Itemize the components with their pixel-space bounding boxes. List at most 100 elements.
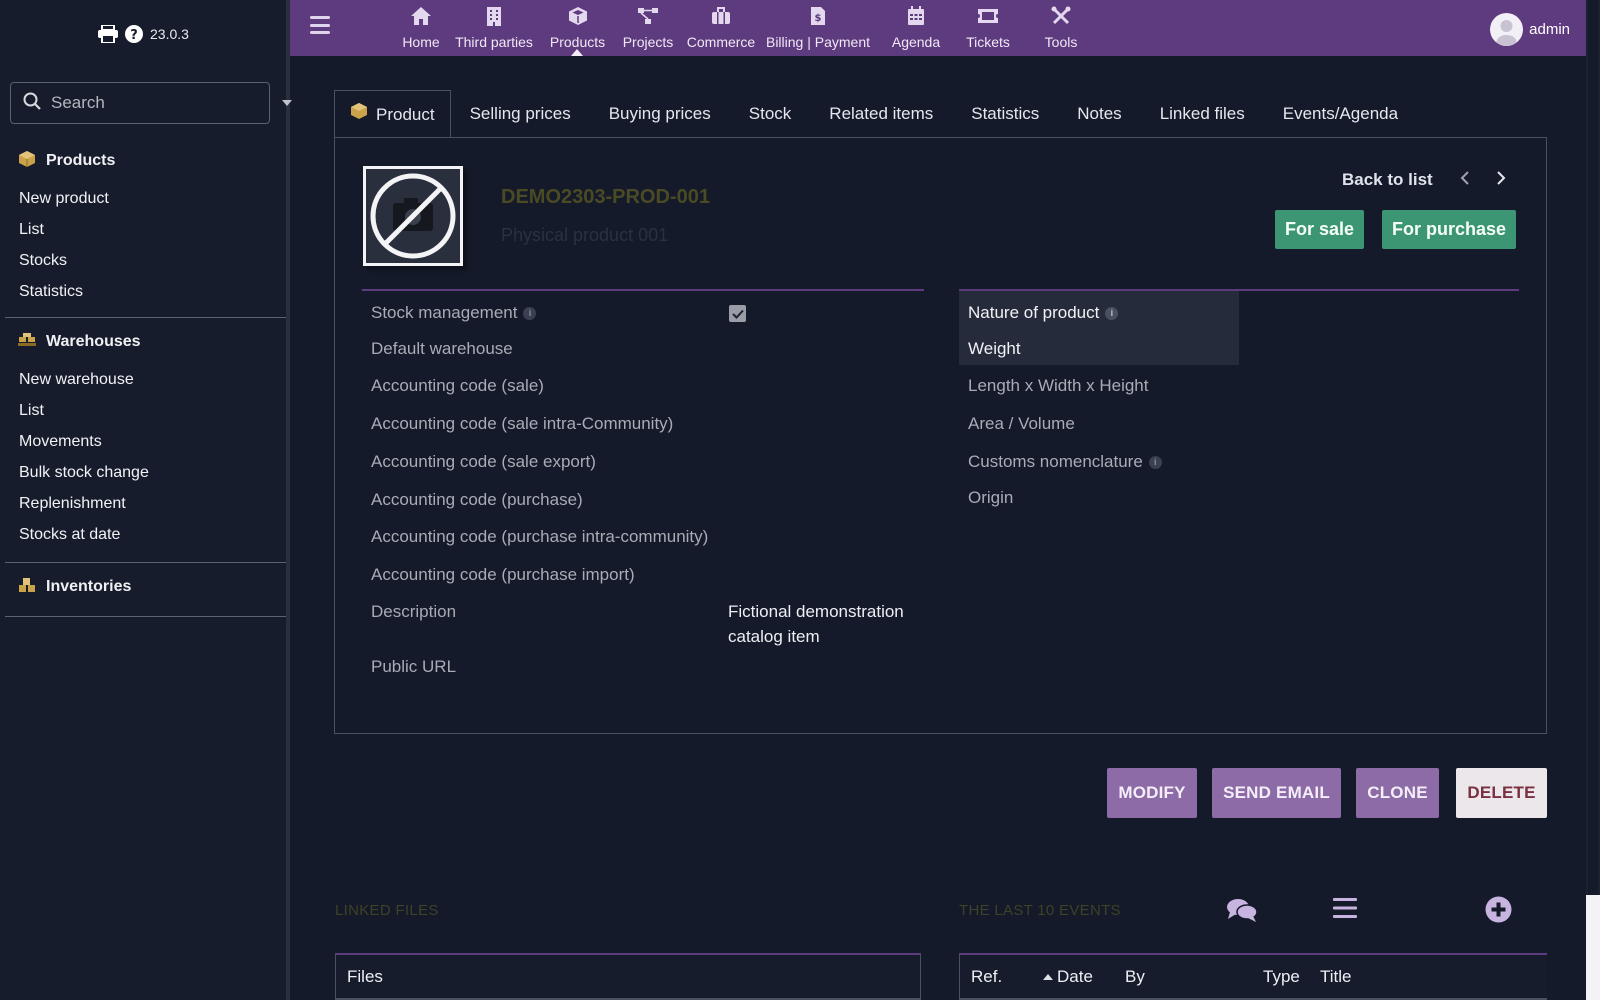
printer-icon[interactable] — [98, 25, 118, 43]
nav-home[interactable]: Home — [389, 4, 453, 50]
menu-title-label: Products — [46, 152, 116, 169]
menu-item-stocks[interactable]: Stocks — [0, 245, 286, 276]
tab-related-items[interactable]: Related items — [810, 90, 952, 138]
next-record-icon[interactable] — [1491, 168, 1511, 188]
tab-events-agenda[interactable]: Events/Agenda — [1264, 90, 1417, 138]
linked-files-title: LINKED FILES — [335, 902, 439, 919]
stock-management-checkbox[interactable] — [729, 305, 746, 322]
scrollbar-track — [1586, 895, 1600, 1000]
column-header-files: Files — [347, 967, 383, 986]
delete-button[interactable]: DELETE — [1456, 768, 1547, 818]
menu-item-replenishment[interactable]: Replenishment — [0, 488, 286, 519]
nav-commerce[interactable]: Commerce — [683, 4, 759, 50]
menu-divider — [5, 317, 286, 318]
sort-ascending-icon — [1043, 974, 1053, 980]
chevron-down-icon[interactable] — [282, 100, 292, 106]
invoice-icon: $ — [762, 4, 874, 28]
search-input[interactable] — [51, 93, 272, 113]
svg-text:$: $ — [815, 13, 822, 24]
column-header-by[interactable]: By — [1125, 967, 1145, 987]
nav-products[interactable]: Products — [540, 4, 615, 50]
brand-area: ? 23.0.3 — [98, 24, 189, 44]
menu-item-movements[interactable]: Movements — [0, 426, 286, 457]
inventory-icon — [18, 576, 36, 599]
info-icon[interactable]: i — [1105, 306, 1119, 320]
menu-group-products: Products New product List Stocks Statist… — [0, 149, 286, 307]
nav-billing-payment[interactable]: $ Billing | Payment — [762, 4, 874, 50]
send-email-button[interactable]: SEND EMAIL — [1212, 768, 1341, 818]
scrollbar-thumb[interactable] — [1588, 0, 1598, 895]
tab-selling-prices[interactable]: Selling prices — [451, 90, 590, 138]
column-header-title[interactable]: Title — [1320, 967, 1352, 987]
field-weight: Weight — [968, 339, 1021, 358]
menu-item-stocks-at-date[interactable]: Stocks at date — [0, 519, 286, 550]
menu-item-bulk-stock-change[interactable]: Bulk stock change — [0, 457, 286, 488]
add-event-icon[interactable] — [1484, 895, 1512, 923]
left-sidebar: ? 23.0.3 Products New product List Stock… — [0, 0, 292, 1000]
field-accounting-code-sale: Accounting code (sale) — [371, 376, 544, 395]
last-events-title: THE LAST 10 EVENTS — [959, 902, 1121, 919]
menu-item-product-list[interactable]: List — [0, 214, 286, 245]
description-value: Fictional demonstration catalog item — [728, 602, 904, 646]
menu-item-warehouse-list[interactable]: List — [0, 395, 286, 426]
previous-record-icon[interactable] — [1455, 168, 1475, 188]
svg-text:?: ? — [130, 28, 138, 43]
info-icon[interactable]: i — [523, 306, 537, 320]
column-header-type[interactable]: Type — [1263, 967, 1300, 987]
field-default-warehouse: Default warehouse — [371, 339, 513, 358]
nav-agenda[interactable]: Agenda — [886, 4, 946, 50]
field-origin: Origin — [968, 488, 1014, 507]
menu-title-label: Warehouses — [46, 333, 141, 350]
version-label: 23.0.3 — [150, 26, 189, 42]
linked-files-table: Files — [335, 953, 921, 1000]
hamburger-menu-icon[interactable] — [310, 16, 330, 34]
info-icon[interactable]: i — [1148, 455, 1162, 469]
cube-icon — [350, 91, 368, 139]
top-navigation-bar: Home Third parties Products Projects Com… — [290, 0, 1586, 56]
nav-tools[interactable]: Tools — [1031, 4, 1091, 50]
user-menu[interactable]: admin — [1490, 13, 1570, 46]
menu-item-new-product[interactable]: New product — [0, 183, 286, 214]
menu-item-statistics[interactable]: Statistics — [0, 276, 286, 307]
status-badge-sale: For sale — [1275, 210, 1365, 249]
tab-notes[interactable]: Notes — [1058, 90, 1140, 138]
menu-item-new-warehouse[interactable]: New warehouse — [0, 364, 286, 395]
product-photo-placeholder[interactable] — [363, 166, 463, 266]
nav-third-parties[interactable]: Third parties — [453, 4, 535, 50]
product-card: DEMO2303-PROD-001 Physical product 001 B… — [334, 137, 1547, 734]
sidebar-search[interactable] — [10, 82, 292, 124]
tab-statistics[interactable]: Statistics — [952, 90, 1058, 138]
status-badge-purchase: For purchase — [1382, 210, 1517, 249]
tab-product[interactable]: Product — [334, 90, 451, 138]
menu-title-products[interactable]: Products — [0, 149, 286, 173]
column-header-ref[interactable]: Ref. — [971, 967, 1002, 987]
nav-tickets[interactable]: Tickets — [958, 4, 1018, 50]
product-tabs: Product Selling prices Buying prices Sto… — [334, 90, 1417, 138]
tab-buying-prices[interactable]: Buying prices — [590, 90, 730, 138]
field-accounting-code-purchase-intra: Accounting code (purchase intra-communit… — [371, 527, 709, 546]
tab-stock[interactable]: Stock — [730, 90, 811, 138]
project-icon — [616, 4, 680, 28]
help-icon[interactable]: ? — [124, 24, 144, 44]
page-scrollbar[interactable] — [1586, 0, 1600, 1000]
clone-button[interactable]: CLONE — [1356, 768, 1439, 818]
field-accounting-code-purchase: Accounting code (purchase) — [371, 490, 583, 509]
cube-icon — [540, 4, 615, 28]
menu-title-inventories[interactable]: Inventories — [0, 575, 286, 599]
menu-divider — [5, 562, 286, 563]
field-public-url: Public URL — [371, 657, 457, 676]
warehouse-icon — [18, 332, 36, 353]
tab-linked-files[interactable]: Linked files — [1141, 90, 1264, 138]
home-icon — [389, 4, 453, 28]
modify-button[interactable]: MODIFY — [1107, 768, 1197, 818]
field-accounting-code-sale-export: Accounting code (sale export) — [371, 452, 596, 471]
menu-title-warehouses[interactable]: Warehouses — [0, 330, 286, 354]
tools-icon — [1031, 4, 1091, 28]
column-header-date[interactable]: Date — [1043, 967, 1093, 987]
chat-bubbles-icon[interactable] — [1225, 895, 1259, 925]
field-stock-management: Stock management i — [371, 303, 537, 323]
nav-projects[interactable]: Projects — [616, 4, 680, 50]
list-view-icon[interactable] — [1332, 895, 1358, 921]
back-to-list-link[interactable]: Back to list — [1342, 170, 1433, 190]
calendar-icon — [886, 4, 946, 28]
